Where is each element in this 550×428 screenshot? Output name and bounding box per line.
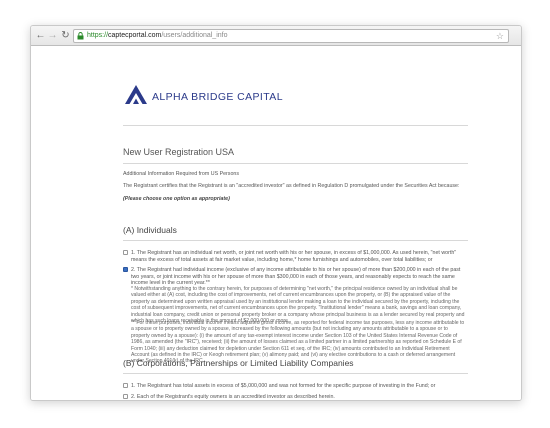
option-text: 1. The Registrant has total assets in ex… — [131, 383, 436, 389]
intro-text: The Registrant certifies that the Regist… — [123, 183, 460, 189]
lock-icon — [77, 32, 84, 40]
brand-name: ALPHA BRIDGE CAPITAL — [152, 91, 283, 103]
browser-window: ← → ↻ https://captecportal.com/users/add… — [30, 25, 522, 401]
bookmark-star-icon[interactable]: ☆ — [496, 30, 504, 42]
option-checkbox[interactable] — [123, 394, 128, 399]
section-individuals-heading: (A) Individuals — [123, 225, 177, 235]
back-arrow-icon[interactable]: ← — [35, 30, 46, 41]
option-text: 1. The Registrant has an individual net … — [131, 250, 457, 263]
url-host: captecportal.com — [108, 32, 162, 39]
divider — [123, 163, 468, 164]
option-checkbox[interactable] — [123, 383, 128, 388]
address-bar[interactable]: https://captecportal.com/users/additiona… — [73, 29, 509, 43]
option-text: 2. The Registrant had individual income … — [131, 267, 461, 287]
page-subtitle: Additional Information Required from US … — [123, 171, 239, 177]
url-path: /users/additional_info — [161, 32, 228, 39]
url-scheme: https:// — [87, 32, 109, 39]
option-text: 2. Each of the Registrant's equity owner… — [131, 394, 335, 400]
divider — [123, 125, 468, 126]
forward-arrow-icon[interactable]: → — [47, 30, 58, 41]
divider — [123, 240, 468, 241]
section-corporations-heading: (B) Corporations, Partnerships or Limite… — [123, 358, 354, 368]
divider — [123, 373, 468, 374]
option-checkbox-checked[interactable] — [123, 267, 128, 272]
reload-icon[interactable]: ↻ — [60, 30, 71, 41]
page-content: ALPHA BRIDGE CAPITAL New User Registrati… — [31, 47, 521, 400]
choose-note: (Please choose one option as appropriate… — [123, 196, 230, 202]
logo-mark-icon — [125, 85, 147, 104]
browser-toolbar: ← → ↻ https://captecportal.com/users/add… — [31, 26, 521, 46]
option-checkbox[interactable] — [123, 250, 128, 255]
brand-logo: ALPHA BRIDGE CAPITAL — [123, 83, 313, 111]
page-title: New User Registration USA — [123, 147, 235, 157]
footnote-net-worth: * Notwithstanding anything to the contra… — [131, 286, 465, 325]
